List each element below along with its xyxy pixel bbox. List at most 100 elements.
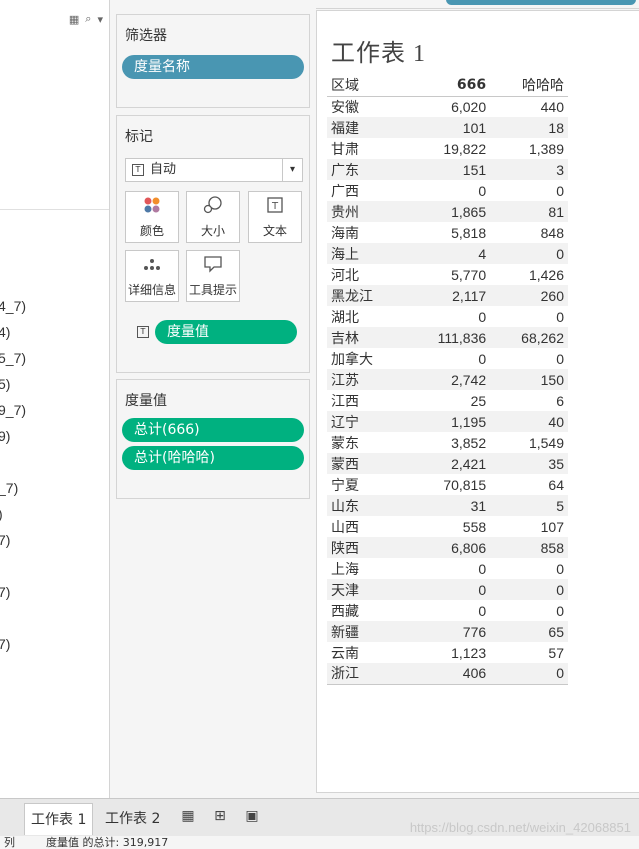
tooltip-button[interactable]: 工具提示 [186,250,240,302]
value-hahaha-cell[interactable]: 57 [490,642,568,663]
value-666-cell[interactable]: 0 [404,306,491,327]
tab-worksheet-1[interactable]: 工作表 1 [24,803,94,835]
value-hahaha-cell[interactable]: 440 [490,96,568,117]
value-hahaha-cell[interactable]: 260 [490,285,568,306]
value-666-cell[interactable]: 0 [403,579,491,600]
value-666-cell[interactable]: 776 [403,621,491,642]
size-button[interactable]: 大小 [186,191,240,243]
value-hahaha-cell[interactable]: 107 [490,516,568,537]
column-header-666[interactable]: 666 [403,75,491,97]
field-list-item[interactable]: 4_7) [0,298,26,314]
measure-pill-sum-hahaha[interactable]: 总计(哈哈哈) [122,446,304,470]
value-666-cell[interactable]: 1,195 [403,411,491,432]
field-list-item[interactable]: ) [0,506,3,522]
value-666-cell[interactable]: 5,818 [404,222,491,243]
region-cell[interactable]: 浙江 [327,663,404,685]
field-list-item[interactable]: 7) [0,532,10,548]
new-story-icon[interactable]: ▣ [242,808,262,828]
region-cell[interactable]: 天津 [327,579,404,600]
grid-icon[interactable]: ▦ [69,13,79,26]
value-666-cell[interactable]: 558 [404,516,491,537]
region-cell[interactable]: 陕西 [327,537,404,558]
value-hahaha-cell[interactable]: 40 [490,411,568,432]
value-666-cell[interactable]: 0 [404,180,491,201]
value-hahaha-cell[interactable]: 0 [490,600,568,621]
region-cell[interactable]: 宁夏 [327,474,404,495]
region-cell[interactable]: 上海 [327,558,404,579]
region-cell[interactable]: 吉林 [327,327,404,348]
region-cell[interactable]: 湖北 [327,306,404,327]
value-666-cell[interactable]: 151 [403,159,491,180]
value-666-cell[interactable]: 25 [404,390,491,411]
caret-down-icon[interactable]: ▾ [97,13,103,26]
field-list-item[interactable]: 5_7) [0,350,26,366]
value-hahaha-cell[interactable]: 35 [490,453,568,474]
region-cell[interactable]: 西藏 [327,600,404,621]
field-list-item[interactable]: 4) [0,324,10,340]
region-cell[interactable]: 江苏 [327,369,404,390]
value-666-cell[interactable]: 0 [404,558,491,579]
region-cell[interactable]: 新疆 [327,621,404,642]
value-666-cell[interactable]: 2,117 [403,285,491,306]
region-cell[interactable]: 广西 [327,180,404,201]
column-header-region[interactable]: 区域 [327,75,404,97]
field-list-item[interactable]: _7) [0,480,18,496]
value-hahaha-cell[interactable]: 65 [490,621,568,642]
filter-pill-measure-names[interactable]: 度量名称 [122,55,304,79]
value-666-cell[interactable]: 0 [404,600,491,621]
value-666-cell[interactable]: 111,836 [403,327,491,348]
field-list-item[interactable]: 7) [0,636,10,652]
region-cell[interactable]: 海上 [327,243,404,264]
region-cell[interactable]: 云南 [327,642,404,663]
value-666-cell[interactable]: 1,123 [404,642,491,663]
region-cell[interactable]: 海南 [327,222,404,243]
region-cell[interactable]: 加拿大 [327,348,404,369]
value-666-cell[interactable]: 70,815 [404,474,491,495]
value-666-cell[interactable]: 19,822 [404,138,491,159]
value-hahaha-cell[interactable]: 1,549 [490,432,568,453]
value-hahaha-cell[interactable]: 858 [490,537,568,558]
value-hahaha-cell[interactable]: 1,426 [490,264,568,285]
value-hahaha-cell[interactable]: 81 [490,201,568,222]
value-hahaha-cell[interactable]: 68,262 [490,327,568,348]
shelf-pill-partial[interactable] [446,0,636,5]
new-worksheet-icon[interactable]: ▦ [178,808,198,828]
region-cell[interactable]: 黑龙江 [327,285,404,306]
value-hahaha-cell[interactable]: 64 [490,474,568,495]
value-666-cell[interactable]: 6,806 [403,537,491,558]
column-header-hahaha[interactable]: 哈哈哈 [490,75,568,97]
value-hahaha-cell[interactable]: 0 [490,558,568,579]
text-button[interactable]: T 文本 [248,191,302,243]
region-cell[interactable]: 辽宁 [327,411,404,432]
region-cell[interactable]: 蒙东 [327,432,404,453]
value-666-cell[interactable]: 2,742 [403,369,491,390]
value-hahaha-cell[interactable]: 0 [490,306,568,327]
mark-type-select[interactable]: T 自动 ▾ [125,158,303,182]
region-cell[interactable]: 甘肃 [327,138,404,159]
region-cell[interactable]: 蒙西 [327,453,404,474]
value-666-cell[interactable]: 406 [403,663,491,685]
value-666-cell[interactable]: 0 [404,348,491,369]
value-666-cell[interactable]: 31 [403,495,491,516]
value-hahaha-cell[interactable]: 18 [490,117,568,138]
value-hahaha-cell[interactable]: 1,389 [490,138,568,159]
value-hahaha-cell[interactable]: 5 [490,495,568,516]
value-hahaha-cell[interactable]: 0 [490,180,568,201]
value-666-cell[interactable]: 5,770 [404,264,491,285]
search-icon[interactable]: ⌕ [85,12,91,26]
value-666-cell[interactable]: 6,020 [404,96,491,117]
measure-pill-sum-666[interactable]: 总计(666) [122,418,304,442]
region-cell[interactable]: 山东 [327,495,404,516]
value-666-cell[interactable]: 1,865 [403,201,491,222]
text-pill-measure-values[interactable]: 度量值 [155,320,297,344]
value-666-cell[interactable]: 3,852 [404,432,491,453]
tab-worksheet-2[interactable]: 工作表 2 [99,803,166,835]
region-cell[interactable]: 贵州 [327,201,404,222]
detail-button[interactable]: 详细信息 [125,250,179,302]
value-666-cell[interactable]: 101 [403,117,491,138]
region-cell[interactable]: 福建 [327,117,404,138]
value-hahaha-cell[interactable]: 0 [490,579,568,600]
field-list-item[interactable]: 7) [0,584,10,600]
region-cell[interactable]: 河北 [327,264,404,285]
value-666-cell[interactable]: 2,421 [403,453,491,474]
